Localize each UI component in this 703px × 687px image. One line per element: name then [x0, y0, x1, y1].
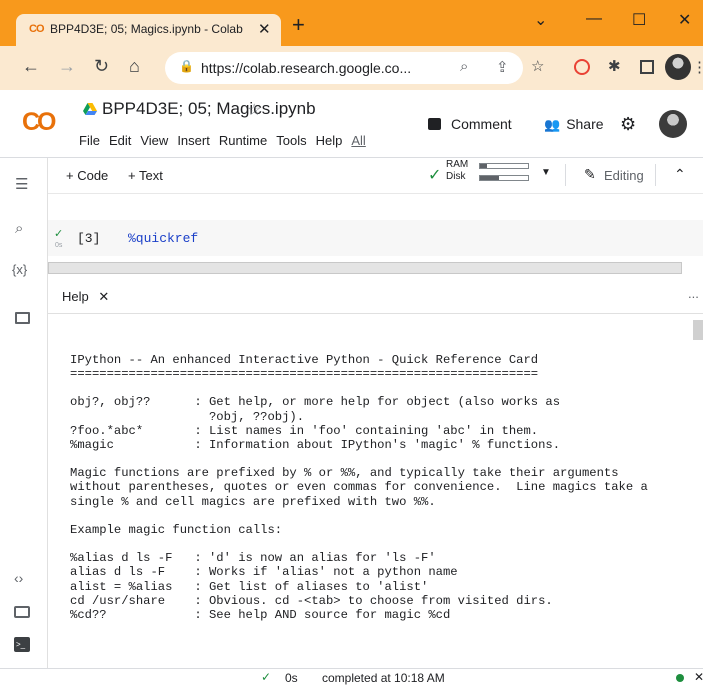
- comment-button[interactable]: Comment: [428, 116, 512, 132]
- lock-icon[interactable]: 🔒: [179, 59, 194, 73]
- people-icon: 👥: [544, 117, 561, 132]
- menu-bar: File Edit View Insert Runtime Tools Help All: [79, 133, 375, 148]
- help-panel-header: Help ✕ ...: [48, 280, 703, 314]
- editing-mode-button[interactable]: Editing: [604, 168, 644, 183]
- menu-all-changes[interactable]: All: [351, 133, 365, 148]
- zoom-magnifier-icon[interactable]: ⌕: [460, 58, 468, 75]
- cell-exec-time: 0s: [55, 242, 63, 249]
- connection-status-dot: [676, 674, 684, 682]
- share-button[interactable]: 👥 Share: [544, 116, 604, 133]
- help-tab-label: Help: [62, 289, 89, 304]
- vertical-scrollbar[interactable]: [693, 320, 703, 340]
- extension-icon[interactable]: [574, 59, 590, 75]
- maximize-button[interactable]: ☐: [632, 10, 646, 30]
- status-bar: ✓ 0s completed at 10:18 AM ✕: [0, 668, 703, 687]
- gear-icon[interactable]: ⚙: [620, 114, 636, 135]
- notebook-toolbar: + Code + Text ✓ RAM Disk ▼ ✎ Editing ⌃: [48, 158, 703, 194]
- cell-execution-count: [3]: [77, 231, 101, 246]
- drive-icon[interactable]: [83, 103, 97, 115]
- menu-edit[interactable]: Edit: [109, 133, 131, 148]
- menu-runtime[interactable]: Runtime: [219, 133, 267, 148]
- help-tab[interactable]: Help ✕: [62, 289, 109, 305]
- add-text-button[interactable]: + Text: [128, 168, 163, 183]
- disk-usage-bar[interactable]: [479, 175, 529, 181]
- table-of-contents-icon[interactable]: ☰: [15, 175, 28, 193]
- search-icon[interactable]: ⌕: [15, 220, 23, 237]
- collapse-header-chevron-icon[interactable]: ⌃: [674, 166, 686, 183]
- code-cell[interactable]: ✓ 0s [3] %quickref: [48, 220, 703, 256]
- cell-code[interactable]: %quickref: [128, 231, 198, 246]
- share-page-icon[interactable]: ⇪: [496, 58, 509, 76]
- menu-view[interactable]: View: [140, 133, 168, 148]
- colab-favicon-icon: CO: [29, 23, 44, 35]
- scroll-end: [682, 262, 703, 274]
- files-folder-icon[interactable]: [15, 312, 30, 324]
- notebook-title[interactable]: BPP4D3E; 05; Magics.ipynb: [102, 99, 316, 119]
- star-icon[interactable]: ☆: [247, 100, 261, 120]
- runtime-connected-check-icon[interactable]: ✓: [428, 165, 441, 185]
- runtime-dropdown-icon[interactable]: ▼: [541, 167, 551, 178]
- status-close-icon[interactable]: ✕: [694, 670, 703, 684]
- address-bar[interactable]: 🔒 https://colab.research.google.co...: [165, 52, 523, 84]
- disk-label: Disk: [446, 171, 466, 182]
- browser-titlebar: CO BPP4D3E; 05; Magics.ipynb - Colab ✕ +…: [0, 0, 703, 46]
- help-more-icon[interactable]: ...: [688, 286, 699, 301]
- tab-search-chevron-icon[interactable]: ⌄: [534, 10, 547, 30]
- ram-label: RAM: [446, 159, 469, 170]
- comment-label: Comment: [451, 116, 512, 132]
- forward-arrow-icon[interactable]: →: [58, 56, 76, 77]
- variables-icon[interactable]: {x}: [12, 262, 27, 277]
- browser-menu-icon[interactable]: ⋮: [692, 58, 703, 76]
- horizontal-scrollbar[interactable]: [48, 262, 682, 274]
- menu-insert[interactable]: Insert: [177, 133, 210, 148]
- menu-file[interactable]: File: [79, 133, 100, 148]
- colab-header: CO BPP4D3E; 05; Magics.ipynb ☆ File Edit V…: [0, 90, 703, 158]
- url-text[interactable]: https://colab.research.google.co...: [201, 60, 411, 76]
- back-arrow-icon[interactable]: ←: [22, 56, 40, 77]
- status-check-icon: ✓: [261, 670, 272, 684]
- menu-tools[interactable]: Tools: [276, 133, 306, 148]
- add-code-button[interactable]: + Code: [66, 168, 108, 183]
- command-palette-icon[interactable]: [14, 606, 30, 618]
- close-window-button[interactable]: ✕: [678, 10, 691, 30]
- pencil-icon[interactable]: ✎: [584, 166, 596, 183]
- puzzle-extensions-icon[interactable]: ✱: [608, 57, 621, 75]
- run-status-check-icon[interactable]: ✓: [54, 227, 63, 240]
- side-panel-icon[interactable]: [640, 60, 654, 74]
- reload-icon[interactable]: ↻: [94, 56, 109, 77]
- left-sidebar: ☰ ⌕ {x} ‹› >_: [0, 158, 48, 668]
- menu-help[interactable]: Help: [316, 133, 343, 148]
- browser-toolbar: ← → ↻ ⌂ 🔒 https://colab.research.google.…: [0, 46, 703, 90]
- tab-close-icon[interactable]: ✕: [258, 20, 271, 38]
- status-exec-time: 0s: [285, 671, 298, 685]
- bookmark-star-icon[interactable]: ☆: [531, 57, 544, 75]
- profile-avatar[interactable]: [665, 54, 691, 80]
- status-completed-text: completed at 10:18 AM: [322, 671, 445, 685]
- toolbar-divider: [565, 164, 566, 186]
- toolbar-divider: [655, 164, 656, 186]
- terminal-icon[interactable]: >_: [14, 637, 30, 652]
- new-tab-button[interactable]: +: [292, 14, 305, 36]
- colab-logo[interactable]: CO: [22, 108, 56, 137]
- quickref-text: IPython -- An enhanced Interactive Pytho…: [70, 353, 648, 622]
- help-close-icon[interactable]: ✕: [98, 289, 109, 304]
- code-snippets-icon[interactable]: ‹›: [14, 570, 23, 586]
- browser-tab[interactable]: CO BPP4D3E; 05; Magics.ipynb - Colab ✕: [16, 14, 281, 46]
- tab-title: BPP4D3E; 05; Magics.ipynb - Colab: [50, 22, 243, 36]
- minimize-button[interactable]: —: [586, 10, 602, 28]
- ram-usage-bar[interactable]: [479, 163, 529, 169]
- comment-icon: [428, 118, 441, 130]
- share-label: Share: [566, 116, 604, 132]
- account-avatar[interactable]: [659, 110, 687, 138]
- home-icon[interactable]: ⌂: [129, 56, 140, 77]
